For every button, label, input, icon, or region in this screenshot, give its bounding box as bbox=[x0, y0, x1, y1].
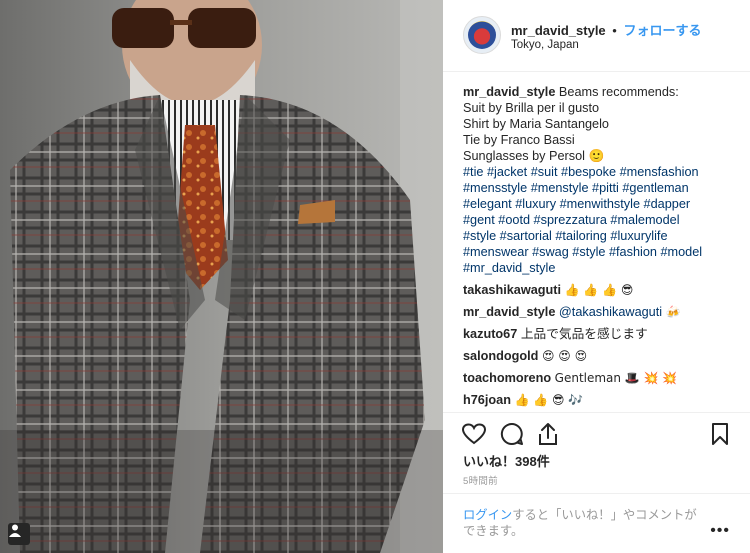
username-link[interactable]: mr_david_style bbox=[511, 23, 606, 38]
login-text: ログインすると「いいね！」やコメントができます。 bbox=[463, 507, 703, 539]
heart-icon[interactable] bbox=[461, 421, 487, 447]
comment-text: Gentleman 🎩 💥 💥 bbox=[554, 371, 678, 385]
comment-username[interactable]: salondogold bbox=[463, 349, 538, 363]
comment-text: 🍻 bbox=[665, 305, 681, 319]
separator-dot: • bbox=[612, 23, 617, 38]
post-photo[interactable] bbox=[0, 0, 443, 553]
caption-first-line: mr_david_style Beams recommends: bbox=[463, 84, 743, 100]
bookmark-icon[interactable] bbox=[707, 421, 733, 447]
caption-line: Tie by Franco Bassi bbox=[463, 133, 575, 147]
hashtag-line[interactable]: #tie #jacket #suit #bespoke #mensfashion bbox=[463, 164, 743, 180]
post-header: mr_david_style • フォローする Tokyo, Japan bbox=[443, 0, 750, 72]
comment-username[interactable]: mr_david_style bbox=[463, 305, 555, 319]
caption-line: Sunglasses by Persol 🙂 bbox=[463, 149, 605, 163]
post-sidebar: mr_david_style • フォローする Tokyo, Japan mr_… bbox=[443, 0, 750, 553]
header-row: mr_david_style • フォローする bbox=[511, 20, 702, 39]
comment-text: 👍 👍 👍 😎 bbox=[564, 283, 634, 297]
action-bar bbox=[443, 412, 750, 452]
comment-username[interactable]: takashikawaguti bbox=[463, 283, 561, 297]
comment: salondogold 😍 😍 😍 bbox=[463, 348, 743, 364]
caption-line: Shirt by Maria Santangelo bbox=[463, 117, 609, 131]
hashtag-line[interactable]: #mensstyle #menstyle #pitti #gentleman bbox=[463, 180, 743, 196]
comment-username[interactable]: kazuto67 bbox=[463, 327, 517, 341]
comments-list[interactable]: mr_david_style Beams recommends: Suit by… bbox=[463, 84, 743, 412]
comment: toachomoreno Gentleman 🎩 💥 💥 bbox=[463, 370, 743, 386]
hashtag-line[interactable]: #style #sartorial #tailoring #luxurylife bbox=[463, 228, 743, 244]
comment: kazuto67 上品で気品を感じます bbox=[463, 326, 743, 342]
avatar[interactable] bbox=[463, 16, 501, 54]
login-link[interactable]: ログイン bbox=[463, 508, 512, 522]
follow-button[interactable]: フォローする bbox=[623, 23, 701, 38]
comment-icon[interactable] bbox=[499, 421, 525, 447]
comment: mr_david_style @takashikawaguti 🍻 bbox=[463, 304, 743, 320]
comment-text: 👍 👍 😎 🎶 bbox=[514, 393, 584, 407]
hashtag-line[interactable]: #menswear #swag #style #fashion #model bbox=[463, 244, 743, 260]
comment-username[interactable]: h76joan bbox=[463, 393, 511, 407]
comment-username[interactable]: toachomoreno bbox=[463, 371, 551, 385]
share-icon[interactable] bbox=[535, 421, 561, 447]
comment: h76joan 👍 👍 😎 🎶 bbox=[463, 392, 743, 408]
caption-text: Beams recommends: bbox=[558, 85, 679, 99]
tagged-user-icon[interactable] bbox=[8, 523, 30, 545]
comment-text: 上品で気品を感じます bbox=[520, 327, 648, 341]
comment-mention[interactable]: @takashikawaguti bbox=[559, 305, 662, 319]
more-options-icon[interactable]: ••• bbox=[710, 522, 730, 540]
hashtag-line[interactable]: #mr_david_style bbox=[463, 260, 743, 276]
photo-illustration bbox=[0, 0, 443, 553]
caption-username[interactable]: mr_david_style bbox=[463, 85, 555, 99]
hashtag-line[interactable]: #elegant #luxury #menwithstyle #dapper bbox=[463, 196, 743, 212]
hashtag-line[interactable]: #gent #ootd #sprezzatura #malemodel bbox=[463, 212, 743, 228]
avatar-image bbox=[468, 21, 496, 49]
location-link[interactable]: Tokyo, Japan bbox=[511, 39, 579, 51]
post-timestamp[interactable]: 5時間前 bbox=[463, 473, 498, 487]
login-prompt: ログインすると「いいね！」やコメントができます。 ••• bbox=[443, 493, 750, 553]
caption-line: Suit by Brilla per il gusto bbox=[463, 101, 600, 115]
comment-text: 😍 😍 😍 bbox=[541, 349, 588, 363]
likes-count[interactable]: いいね！398件 bbox=[463, 451, 550, 470]
comment: takashikawaguti 👍 👍 👍 😎 bbox=[463, 282, 743, 298]
